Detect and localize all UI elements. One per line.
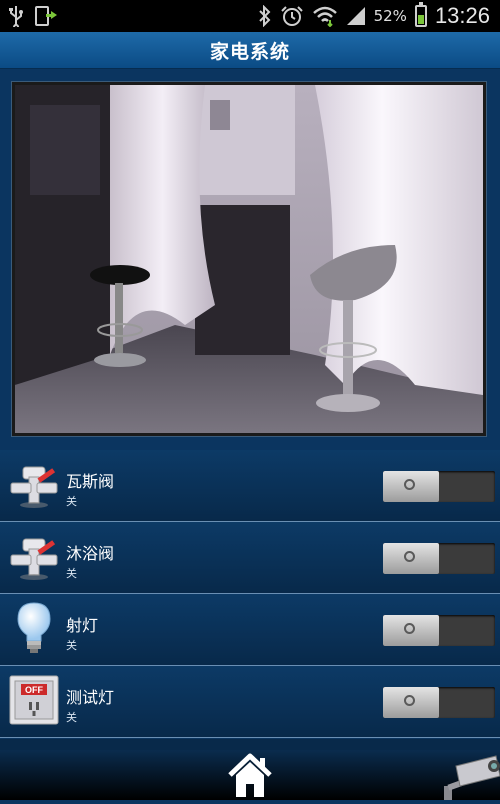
- list-item[interactable]: 瓦斯阀 关: [0, 450, 500, 522]
- device-name: 测试灯: [66, 688, 115, 707]
- battery-percent: 52%: [373, 7, 407, 25]
- bottom-nav: [0, 750, 500, 800]
- status-time: 13:26: [434, 3, 490, 28]
- status-bar: 52% 13:26: [0, 0, 500, 32]
- device-status: 关: [66, 495, 77, 508]
- switch-knob[interactable]: [383, 543, 439, 574]
- alarm-icon: [280, 5, 304, 27]
- device-switch[interactable]: [383, 615, 495, 646]
- home-icon[interactable]: [226, 753, 274, 799]
- light-bulb-icon: [8, 600, 60, 656]
- list-item[interactable]: 射灯 关: [0, 594, 500, 666]
- device-name: 沐浴阀: [66, 544, 115, 563]
- bluetooth-icon: [258, 5, 272, 27]
- valve-icon: [8, 456, 60, 512]
- wifi-icon: [312, 5, 338, 27]
- device-name: 射灯: [66, 616, 99, 635]
- device-switch[interactable]: [383, 543, 495, 574]
- switch-knob[interactable]: [383, 471, 439, 502]
- device-switch[interactable]: [383, 687, 495, 718]
- signal-icon: [346, 6, 366, 26]
- page-title: 家电系统: [209, 40, 290, 63]
- camera-feed[interactable]: [12, 82, 486, 436]
- device-name: 瓦斯阀: [66, 472, 115, 491]
- usb-icon: [8, 5, 24, 27]
- device-status: 关: [66, 639, 77, 652]
- device-list: 瓦斯阀 关 沐浴阀 关 射灯 关 OFF 测试灯 关: [0, 450, 500, 738]
- off-switch-icon: OFF: [8, 672, 60, 728]
- switch-knob[interactable]: [383, 687, 439, 718]
- switch-knob[interactable]: [383, 615, 439, 646]
- list-item[interactable]: OFF 测试灯 关: [0, 666, 500, 738]
- title-bar: 家电系统: [0, 32, 500, 69]
- list-item-partial: [0, 739, 500, 750]
- list-item[interactable]: 沐浴阀 关: [0, 522, 500, 594]
- device-status: 关: [66, 567, 77, 580]
- off-label: OFF: [25, 685, 43, 695]
- battery-icon: [414, 2, 427, 27]
- device-switch[interactable]: [383, 471, 495, 502]
- security-camera-icon[interactable]: [442, 752, 500, 800]
- valve-icon: [8, 528, 60, 584]
- device-status: 关: [66, 711, 77, 724]
- download-icon: [34, 5, 58, 27]
